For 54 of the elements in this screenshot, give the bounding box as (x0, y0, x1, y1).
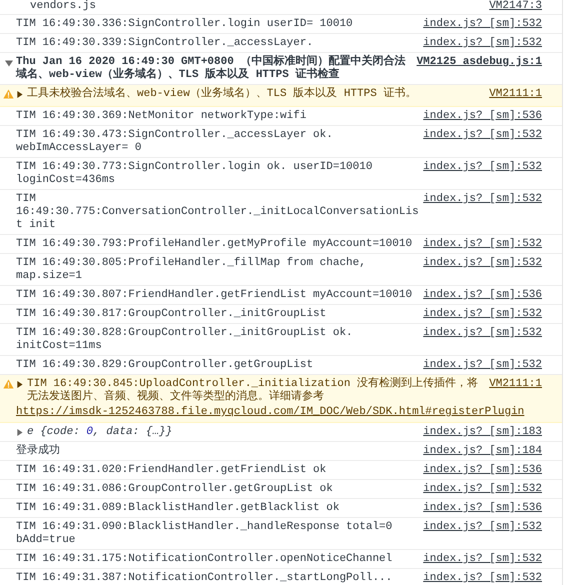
log-message: TIM 16:49:30.339:SignController._accessLayer. (16, 37, 314, 50)
log-message: TIM 16:49:31.086:GroupController.getGroupList ok (16, 483, 334, 496)
log-message: TIM 16:49:30.336:SignController.login userID= 10010 (16, 18, 354, 31)
source-link[interactable]: index.js? [sm]:532 (423, 308, 542, 321)
log-message: TIM 16:49:31.020:FriendHandler.getFriendList ok (16, 464, 328, 477)
source-link[interactable]: index.js? [sm]:532 (423, 359, 542, 372)
source-link[interactable]: index.js? [sm]:532 (423, 572, 542, 585)
log-message: TIM 16:49:31.387:NotificationController._startLongPoll... (16, 572, 394, 585)
source-link[interactable]: index.js? [sm]:536 (423, 289, 542, 302)
log-message: TIM 16:49:30.807:FriendHandler.getFriendList myAccount=10010 (16, 289, 414, 302)
source-link[interactable]: VM2147:3 (489, 0, 542, 13)
source-link[interactable]: index.js? [sm]:532 (423, 161, 542, 174)
log-message: TIM 16:49:31.175:NotificationController.openNoticeChannel (16, 553, 394, 566)
source-link[interactable]: VM2111:1 (489, 378, 542, 391)
source-link[interactable]: index.js? [sm]:532 (423, 37, 542, 50)
expand-triangle-icon[interactable] (16, 381, 23, 388)
source-link[interactable]: index.js? [sm]:532 (423, 193, 542, 206)
log-message: TIM 16:49:30.773:SignController.login ok. userID=10010 loginCost=436ms (16, 161, 374, 187)
group-title: Thu Jan 16 2020 16:49:30 GMT+0800 （中国标准时间）配置中关闭合法域名、web-view（业务域名）、TLS 版本以及 HTTPS 证书检查 (16, 56, 406, 82)
source-link[interactable]: index.js? [sm]:532 (423, 483, 542, 496)
log-message: TIM 16:49:30.805:ProfileHandler._fillMap from chache, map.size=1 (16, 257, 367, 283)
log-message: TIM 16:49:30.473:SignController._accessLayer ok. webImAccessLayer= 0 (16, 129, 334, 155)
documentation-link[interactable]: https://imsdk-1252463788.file.myqcloud.com/IM_DOC/Web/SDK.html#registerPlugin (16, 406, 524, 419)
source-link[interactable]: VM2111:1 (489, 88, 542, 101)
expand-triangle-icon[interactable] (16, 429, 23, 436)
source-link[interactable]: index.js? [sm]:532 (423, 521, 542, 534)
log-message: TIM 16:49:30.793:ProfileHandler.getMyProfile myAccount=10010 (16, 238, 414, 251)
log-message: 登录成功 (16, 445, 61, 458)
source-link[interactable]: index.js? [sm]:536 (423, 110, 542, 123)
source-link[interactable]: index.js? [sm]:536 (423, 464, 542, 477)
log-message: TIM 16:49:31.089:BlacklistHandler.getBlacklist ok (16, 502, 340, 515)
warning-icon (3, 379, 14, 389)
source-link[interactable]: index.js? [sm]:532 (423, 18, 542, 31)
warning-message: 工具未校验合法域名、web-view（业务域名）、TLS 版本以及 HTTPS 证书。 (27, 88, 418, 101)
collapse-triangle-icon[interactable] (5, 59, 13, 67)
source-link[interactable]: index.js? [sm]:183 (423, 426, 542, 439)
source-link[interactable]: index.js? [sm]:532 (423, 553, 542, 566)
object-preview[interactable]: e {code: 0, data: {…}} (27, 426, 420, 439)
source-link[interactable]: index.js? [sm]:532 (423, 129, 542, 142)
log-message: TIM 16:49:31.090:BlacklistHandler._handleResponse total=0 bAdd=true (16, 521, 394, 547)
source-link[interactable]: index.js? [sm]:532 (423, 327, 542, 340)
expand-triangle-icon[interactable] (16, 91, 23, 98)
source-link[interactable]: VM2125 asdebug.js:1 (416, 56, 542, 69)
log-message: vendors.js (29, 0, 98, 13)
log-message: TIM 16:49:30.369:NetMonitor networkType:wifi (16, 110, 308, 123)
log-message: TIM 16:49:30.817:GroupController._initGroupList (16, 308, 328, 321)
warning-icon (3, 89, 14, 99)
log-message: TIM 16:49:30.829:GroupController.getGroupList (16, 359, 314, 372)
source-link[interactable]: index.js? [sm]:532 (423, 257, 542, 270)
log-message: TIM 16:49:30.828:GroupController._initGroupList ok. initCost=11ms (16, 327, 354, 353)
source-link[interactable]: index.js? [sm]:532 (423, 238, 542, 251)
source-link[interactable]: index.js? [sm]:184 (423, 445, 542, 458)
log-message: TIM 16:49:30.775:ConversationController._initLocalConversationList init (16, 193, 420, 232)
source-link[interactable]: index.js? [sm]:536 (423, 502, 542, 515)
